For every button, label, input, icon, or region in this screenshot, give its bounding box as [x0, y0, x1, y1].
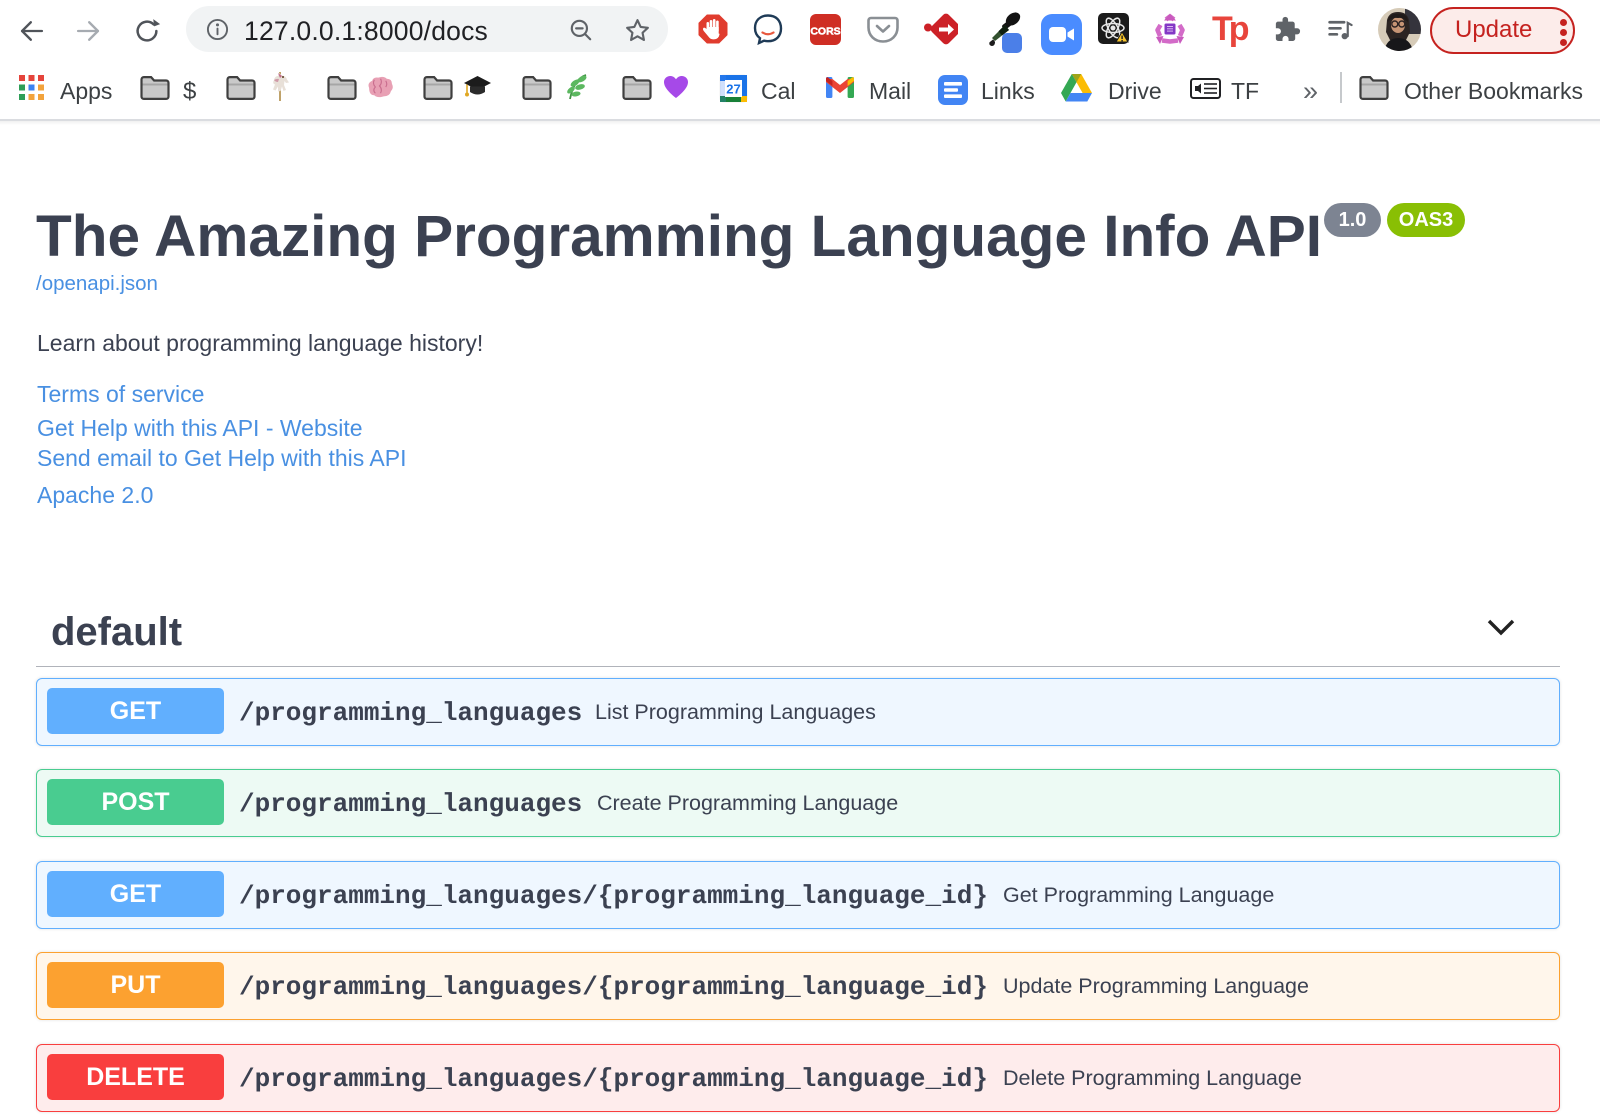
svg-text:CORS: CORS: [810, 26, 840, 38]
svg-text:27: 27: [726, 82, 740, 97]
